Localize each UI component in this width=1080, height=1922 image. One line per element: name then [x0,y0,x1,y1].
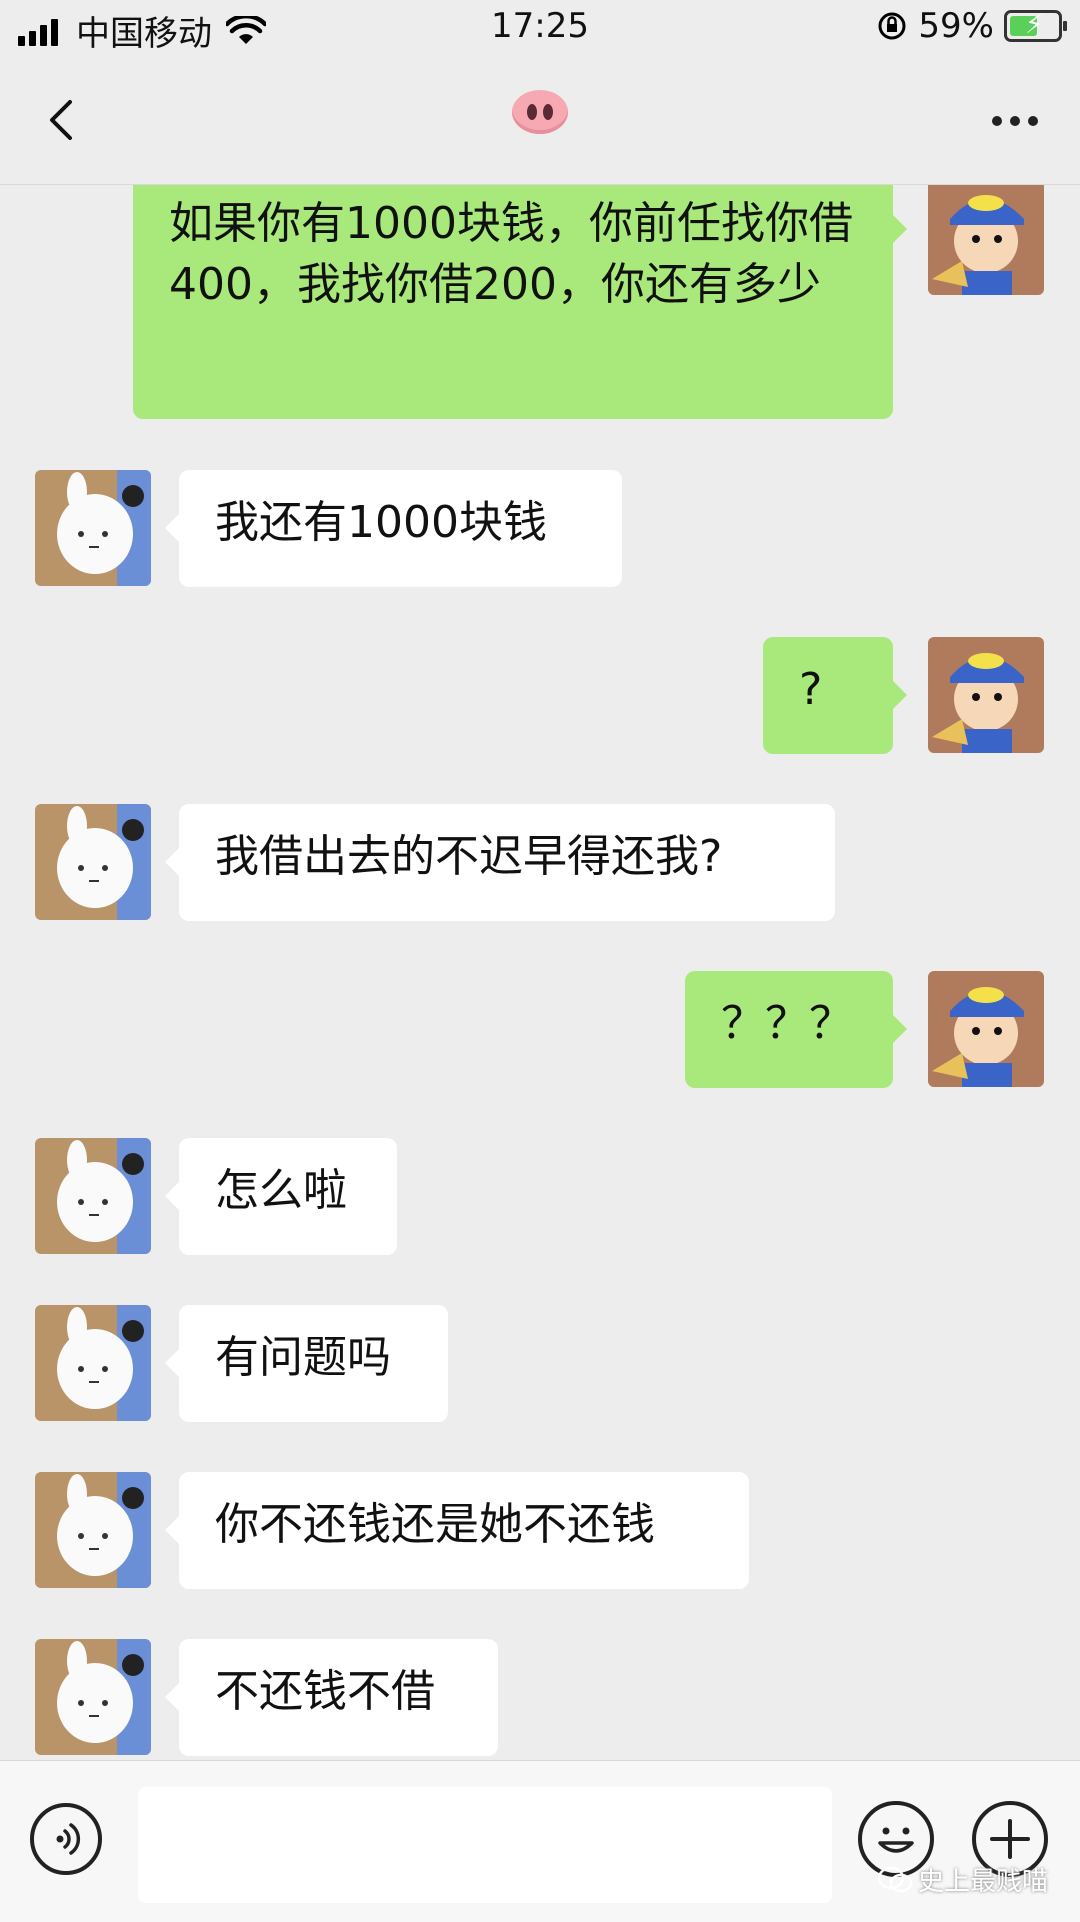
battery-charging-icon: ⚡ [1004,10,1067,42]
message-row: 你不还钱还是她不还钱 [0,1472,1080,1592]
message-bubble-outgoing[interactable]: 如果你有1000块钱，你前任找你借400，我找你借200，你还有多少 [133,185,907,419]
watermark-text: 史上最贱喵 [917,1867,1048,1897]
message-text: 你不还钱还是她不还钱 [215,1499,655,1550]
message-row: ？？？ [0,971,1080,1091]
status-bar: 中国移动 17:25 59% ⚡ [0,0,1080,60]
voice-icon[interactable] [30,1803,102,1875]
message-row: ? [0,637,1080,757]
contact-avatar[interactable] [35,1305,151,1421]
input-bar: 史上最贱喵 [0,1760,1080,1922]
contact-avatar[interactable] [35,804,151,920]
message-text: 我还有1000块钱 [215,497,547,548]
orientation-lock-icon [878,12,906,40]
battery-percent: 59% [918,6,994,46]
message-bubble-incoming[interactable]: 我借出去的不迟早得还我? [165,804,835,921]
message-text: 不还钱不借 [215,1666,435,1717]
cartoon-boy-avatar-icon [928,637,1044,753]
contact-avatar[interactable] [35,1472,151,1588]
contact-avatar[interactable] [35,1138,151,1254]
message-bubble-incoming[interactable]: 我还有1000块钱 [165,470,622,587]
white-cat-avatar-icon [35,1305,151,1421]
message-text: 如果你有1000块钱，你前任找你借400，我找你借200，你还有多少 [169,198,853,310]
message-bubble-outgoing[interactable]: ? [763,637,907,754]
chat-header [0,60,1080,185]
white-cat-avatar-icon [35,1472,151,1588]
message-row: 我借出去的不迟早得还我? [0,804,1080,924]
pig-nose-emoji-icon [512,90,568,134]
contact-avatar[interactable] [35,1639,151,1755]
message-text: 我借出去的不迟早得还我? [215,831,723,882]
status-right: 59% ⚡ [876,6,1067,46]
more-dots-icon[interactable] [984,116,1038,126]
white-cat-avatar-icon [35,470,151,586]
message-bubble-incoming[interactable]: 怎么啦 [165,1138,397,1255]
white-cat-avatar-icon [35,1138,151,1254]
message-bubble-incoming[interactable]: 有问题吗 [165,1305,448,1422]
message-row: 不还钱不借 [0,1639,1080,1759]
my-avatar[interactable] [928,971,1044,1087]
contact-avatar[interactable] [35,470,151,586]
message-text: ？？？ [721,998,853,1049]
my-avatar[interactable] [928,185,1044,295]
message-row: 怎么啦 [0,1138,1080,1258]
message-text: 怎么啦 [215,1165,347,1216]
message-bubble-incoming[interactable]: 你不还钱还是她不还钱 [165,1472,749,1589]
message-bubble-outgoing[interactable]: ？？？ [685,971,907,1088]
message-list[interactable]: 如果你有1000块钱，你前任找你借400，我找你借200，你还有多少 我还有10… [0,185,1080,1760]
message-text: ? [799,664,823,715]
wechat-logo-icon [877,1866,912,1892]
message-input[interactable] [138,1787,832,1903]
white-cat-avatar-icon [35,804,151,920]
cartoon-boy-avatar-icon [928,185,1044,295]
message-text: 有问题吗 [215,1332,391,1383]
message-row: 我还有1000块钱 [0,470,1080,590]
cartoon-boy-avatar-icon [928,971,1044,1087]
chat-title [0,90,1080,138]
message-bubble-incoming[interactable]: 不还钱不借 [165,1639,498,1756]
message-row: 如果你有1000块钱，你前任找你借400，我找你借200，你还有多少 [0,185,1080,425]
watermark: 史上最贱喵 [877,1861,1048,1898]
message-row: 有问题吗 [0,1305,1080,1425]
my-avatar[interactable] [928,637,1044,753]
white-cat-avatar-icon [35,1639,151,1755]
